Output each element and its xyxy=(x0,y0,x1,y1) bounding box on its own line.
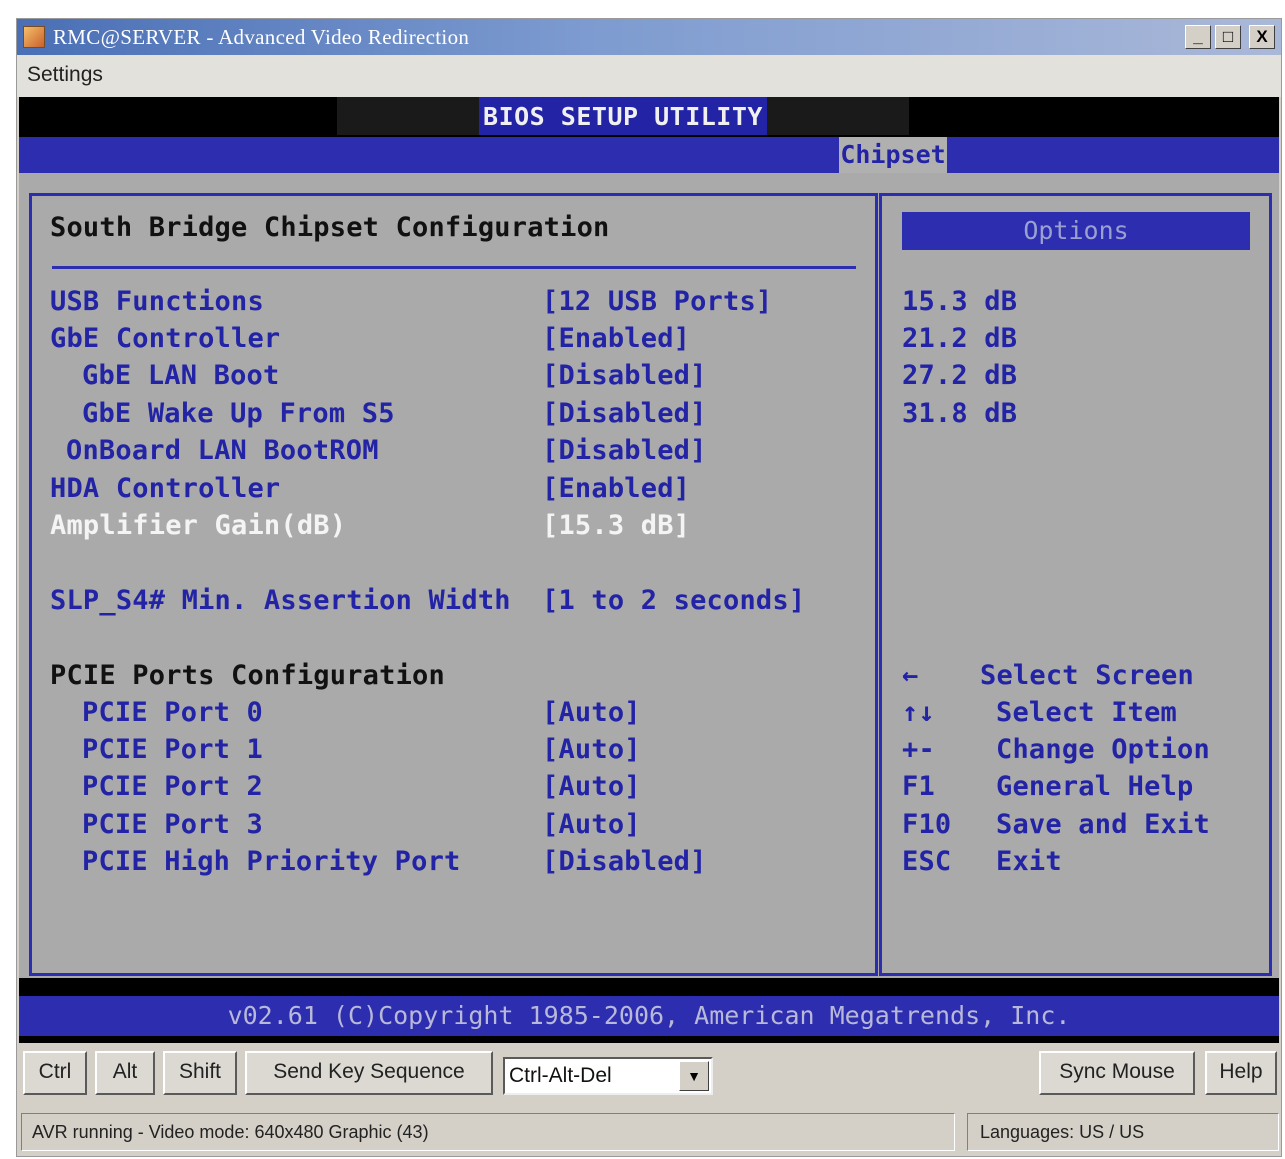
bios-body: South Bridge Chipset Configuration USB F… xyxy=(19,173,1279,978)
bios-title: BIOS SETUP UTILITY xyxy=(479,97,767,135)
help-panel: Options 15.3 dB 21.2 dB 27.2 dB 31.8 dB … xyxy=(879,193,1272,976)
menu-bar: Settings xyxy=(17,55,1281,97)
setting-value[interactable]: [Enabled] xyxy=(542,323,690,354)
status-bar: AVR running - Video mode: 640x480 Graphi… xyxy=(17,1109,1281,1155)
title-bar[interactable]: RMC@SERVER - Advanced Video Redirection … xyxy=(17,19,1281,55)
setting-label[interactable]: OnBoard LAN BootROM xyxy=(66,435,379,466)
help-action: General Help xyxy=(996,771,1194,802)
setting-value-selected[interactable]: [15.3 dB] xyxy=(542,510,690,541)
settings-panel: South Bridge Chipset Configuration USB F… xyxy=(29,193,878,976)
setting-value[interactable]: [Disabled] xyxy=(542,398,707,429)
key-sequence-select[interactable]: Ctrl-Alt-Del ▼ xyxy=(503,1057,713,1095)
help-action: Save and Exit xyxy=(996,809,1210,840)
setting-label-selected[interactable]: Amplifier Gain(dB) xyxy=(50,510,346,541)
setting-label[interactable]: GbE LAN Boot xyxy=(82,360,279,391)
help-key: ↑↓ xyxy=(902,697,935,728)
setting-value[interactable]: [1 to 2 seconds] xyxy=(542,585,805,616)
pcie-label[interactable]: PCIE Port 1 xyxy=(82,734,263,765)
option-item[interactable]: 21.2 dB xyxy=(902,323,1017,354)
section-divider xyxy=(52,266,856,269)
minimize-button[interactable]: _ xyxy=(1185,25,1211,49)
help-key: F1 xyxy=(902,771,935,802)
setting-value[interactable]: [12 USB Ports] xyxy=(542,286,772,317)
pcie-value[interactable]: [Auto] xyxy=(542,771,641,802)
pcie-label[interactable]: PCIE Port 2 xyxy=(82,771,263,802)
pcie-value[interactable]: [Auto] xyxy=(542,809,641,840)
chevron-down-icon[interactable]: ▼ xyxy=(679,1061,709,1091)
pcie-label[interactable]: PCIE Port 3 xyxy=(82,809,263,840)
alt-button[interactable]: Alt xyxy=(95,1051,155,1095)
setting-label[interactable]: GbE Wake Up From S5 xyxy=(82,398,395,429)
setting-label[interactable]: GbE Controller xyxy=(50,323,280,354)
help-key: F10 xyxy=(902,809,952,840)
bios-tab-bar: Chipset xyxy=(19,137,1279,173)
options-header: Options xyxy=(902,212,1250,250)
pcie-section-title: PCIE Ports Configuration xyxy=(50,660,445,691)
shift-button[interactable]: Shift xyxy=(163,1051,237,1095)
pcie-label[interactable]: PCIE Port 0 xyxy=(82,697,263,728)
setting-value[interactable]: [Disabled] xyxy=(542,435,707,466)
option-item[interactable]: 27.2 dB xyxy=(902,360,1017,391)
pcie-label[interactable]: PCIE High Priority Port xyxy=(82,846,460,877)
sync-mouse-button[interactable]: Sync Mouse xyxy=(1039,1051,1195,1095)
status-text: AVR running - Video mode: 640x480 Graphi… xyxy=(21,1113,955,1151)
close-button[interactable]: X xyxy=(1249,25,1275,49)
setting-label[interactable]: HDA Controller xyxy=(50,473,280,504)
key-sequence-value: Ctrl-Alt-Del xyxy=(509,1064,612,1087)
tab-chipset[interactable]: Chipset xyxy=(839,137,947,173)
setting-label[interactable]: USB Functions xyxy=(50,286,264,317)
help-button[interactable]: Help xyxy=(1205,1051,1277,1095)
send-key-sequence-button[interactable]: Send Key Sequence xyxy=(245,1051,493,1095)
maximize-button[interactable]: □ xyxy=(1215,25,1241,49)
help-key: ← xyxy=(902,660,919,691)
setting-value[interactable]: [Disabled] xyxy=(542,360,707,391)
ctrl-button[interactable]: Ctrl xyxy=(23,1051,87,1095)
setting-label[interactable]: SLP_S4# Min. Assertion Width xyxy=(50,585,511,616)
app-icon[interactable] xyxy=(23,26,45,48)
window-title: RMC@SERVER - Advanced Video Redirection xyxy=(53,25,470,49)
help-action: Exit xyxy=(996,846,1062,877)
bios-screen[interactable]: BIOS SETUP UTILITY Chipset South Bridge … xyxy=(19,97,1279,1043)
help-action: Change Option xyxy=(996,734,1210,765)
help-action: Select Screen xyxy=(980,660,1194,691)
help-key: ESC xyxy=(902,846,952,877)
bios-copyright: v02.61 (C)Copyright 1985-2006, American … xyxy=(19,996,1279,1036)
bios-title-bar: BIOS SETUP UTILITY xyxy=(337,97,909,135)
toolbar: Ctrl Alt Shift Send Key Sequence Ctrl-Al… xyxy=(17,1045,1281,1105)
setting-value[interactable]: [Enabled] xyxy=(542,473,690,504)
help-key: +- xyxy=(902,734,935,765)
pcie-value[interactable]: [Auto] xyxy=(542,697,641,728)
pcie-value[interactable]: [Auto] xyxy=(542,734,641,765)
section-title: South Bridge Chipset Configuration xyxy=(50,212,610,243)
pcie-value[interactable]: [Disabled] xyxy=(542,846,707,877)
menu-settings[interactable]: Settings xyxy=(27,63,103,87)
languages-status: Languages: US / US xyxy=(967,1113,1279,1151)
help-action: Select Item xyxy=(996,697,1178,728)
option-item[interactable]: 31.8 dB xyxy=(902,398,1017,429)
option-item[interactable]: 15.3 dB xyxy=(902,286,1017,317)
avr-window: RMC@SERVER - Advanced Video Redirection … xyxy=(16,18,1282,1157)
